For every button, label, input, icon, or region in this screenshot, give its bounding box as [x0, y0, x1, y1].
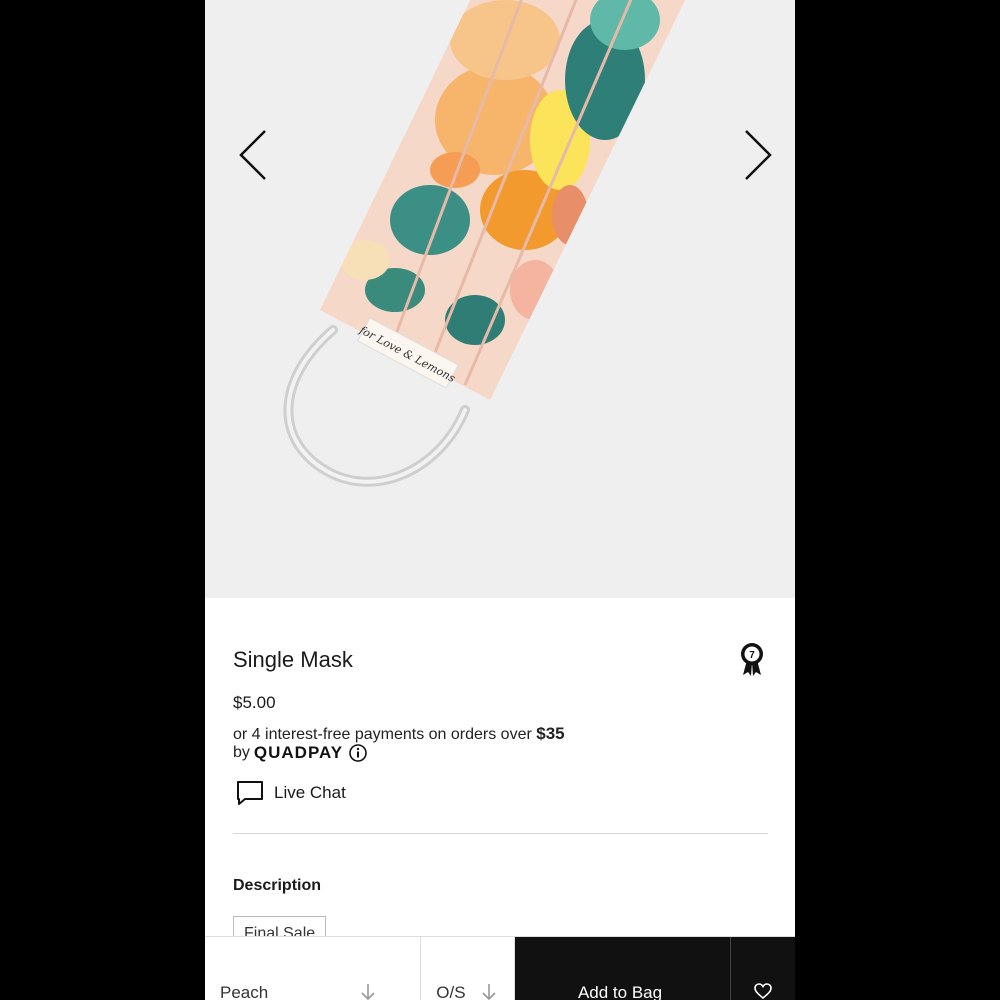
product-title: Single Mask — [233, 647, 353, 672]
chat-bubble-icon — [237, 781, 263, 805]
description-heading: Description — [233, 877, 322, 894]
award-ribbon-icon[interactable]: 7 — [738, 642, 766, 676]
installments-text: or 4 interest-free payments on orders ov… — [233, 724, 653, 745]
size-select[interactable]: O/S — [421, 937, 515, 1000]
size-select-value: O/S — [436, 983, 466, 1000]
heart-icon — [754, 983, 773, 999]
arrow-down-icon — [482, 984, 496, 1000]
chevron-right-icon[interactable] — [738, 125, 778, 185]
purchase-bar: Peach O/S Add to Bag — [205, 936, 795, 1000]
info-icon[interactable] — [349, 744, 367, 762]
chevron-left-icon[interactable] — [233, 125, 273, 185]
product-page: for Love & Lemons Single Mask 7 $5.00 or… — [205, 0, 795, 1000]
live-chat-label: Live Chat — [274, 783, 346, 802]
wishlist-button[interactable] — [730, 937, 795, 1000]
quadpay-line: by QUADPAY — [233, 743, 367, 763]
by-text: by — [233, 744, 250, 761]
divider — [233, 833, 768, 834]
add-to-bag-button[interactable]: Add to Bag — [514, 937, 731, 1000]
arrow-down-icon — [361, 984, 375, 1000]
add-to-bag-label: Add to Bag — [577, 983, 663, 1000]
color-select-value: Peach — [220, 983, 269, 1000]
product-price: $5.00 — [233, 693, 276, 712]
product-image: for Love & Lemons — [283, 0, 686, 487]
live-chat-button[interactable]: Live Chat — [236, 780, 346, 806]
product-image-gallery[interactable]: for Love & Lemons — [205, 0, 795, 598]
installments-threshold: $35 — [536, 724, 565, 743]
color-select[interactable]: Peach — [205, 937, 422, 1000]
installments-description: or 4 interest-free payments on orders ov… — [233, 726, 532, 743]
svg-text:7: 7 — [749, 650, 755, 661]
quadpay-logo: QUADPAY — [253, 743, 344, 762]
